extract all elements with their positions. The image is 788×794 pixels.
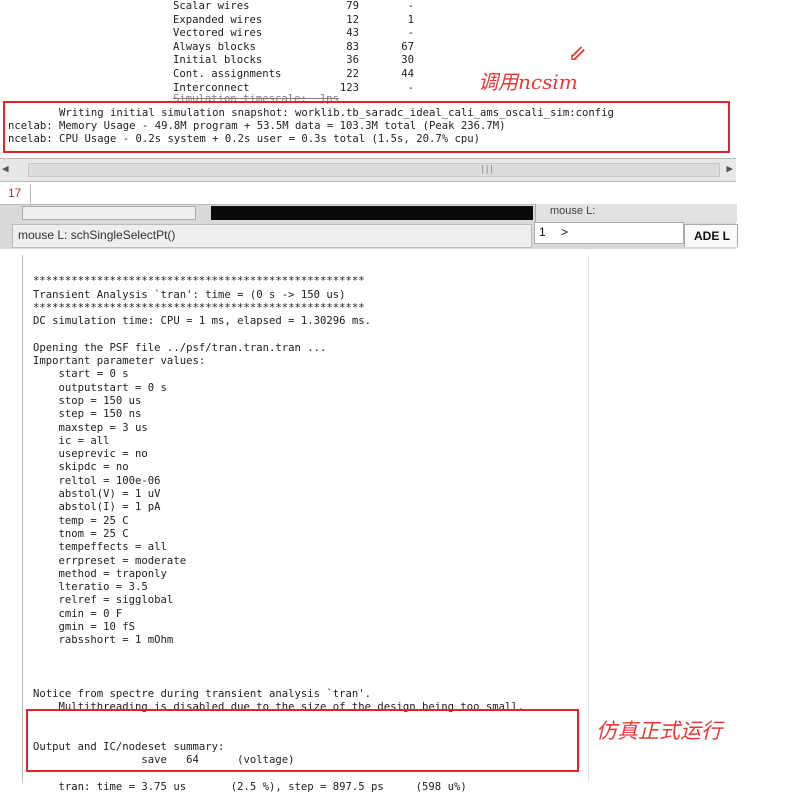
formal-run-annotation: 仿真正式运行 bbox=[596, 719, 722, 743]
log-line: ****************************************… bbox=[33, 301, 365, 314]
stat-row: Initial blocks 36 30 bbox=[173, 54, 414, 68]
stat-row: Cont. assignments 22 44 bbox=[173, 68, 414, 82]
command-prompt: > bbox=[561, 225, 569, 239]
command-number: 1 bbox=[539, 225, 546, 239]
stat-label: Scalar wires bbox=[173, 0, 250, 12]
line-number: 17 bbox=[8, 184, 31, 206]
log-line: maxstep = 3 us bbox=[33, 421, 148, 434]
log-line: method = traponly bbox=[33, 567, 167, 580]
stat-label: Initial blocks bbox=[173, 54, 263, 67]
stat-value: 12 bbox=[346, 13, 359, 26]
stat-value: 79 bbox=[346, 0, 359, 12]
scrollbar-thumb[interactable] bbox=[28, 163, 720, 177]
log-line: rabsshort = 1 mOhm bbox=[33, 634, 174, 647]
stat-row: Scalar wires 79 - bbox=[173, 0, 414, 14]
stat-row: Vectored wires 43 - bbox=[173, 27, 414, 41]
stat-label: Cont. assignments bbox=[173, 67, 282, 80]
log-line: useprevic = no bbox=[33, 448, 148, 461]
stat-delta: - bbox=[407, 81, 414, 94]
stat-delta: 44 bbox=[401, 67, 414, 80]
log-line: tran: time = 3.75 us (2.5 %), step = 897… bbox=[33, 780, 467, 793]
log-line: abstol(I) = 1 pA bbox=[33, 501, 161, 514]
log-line: tnom = 25 C bbox=[33, 527, 129, 540]
log-line: outputstart = 0 s bbox=[33, 381, 167, 394]
log-line: abstol(V) = 1 uV bbox=[33, 488, 161, 501]
ncelab-memory-line: ncelab: Memory Usage - 49.8M program + 5… bbox=[8, 120, 506, 132]
log-line: temp = 25 C bbox=[33, 514, 129, 527]
grip-icon: ||| bbox=[480, 165, 494, 175]
stat-label: Always blocks bbox=[173, 40, 256, 53]
log-line: ic = all bbox=[33, 434, 110, 447]
log-line: Opening the PSF file ../psf/tran.tran.tr… bbox=[33, 341, 327, 354]
stat-value: 83 bbox=[346, 40, 359, 53]
log-line: ****************************************… bbox=[33, 275, 365, 288]
elaboration-stats: Scalar wires 79- Expanded wires 12 1 Vectored… bbox=[173, 0, 414, 95]
stat-delta: 1 bbox=[407, 13, 414, 26]
stat-delta: - bbox=[407, 0, 414, 12]
snapshot-line: Writing initial simulation snapshot: wor… bbox=[8, 107, 614, 119]
stat-delta: 67 bbox=[401, 40, 414, 53]
scroll-right-icon[interactable]: ▶ bbox=[726, 162, 733, 175]
stat-delta: 30 bbox=[401, 54, 414, 67]
mini-scrollbar[interactable] bbox=[22, 206, 196, 220]
log-line: Important parameter values: bbox=[33, 355, 206, 368]
stat-label: Expanded wires bbox=[173, 13, 263, 26]
ncsim-annotation: 调用ncsim bbox=[478, 70, 578, 94]
mouse-binding-label: mouse L: bbox=[535, 204, 737, 222]
stat-row: Always blocks 83 67 bbox=[173, 41, 414, 55]
stat-value: 22 bbox=[346, 67, 359, 80]
stat-label: Vectored wires bbox=[173, 27, 263, 40]
log-line: tempeffects = all bbox=[33, 541, 167, 554]
scroll-left-icon[interactable]: ◀ bbox=[2, 162, 9, 175]
stat-value: 36 bbox=[346, 54, 359, 67]
log-line: stop = 150 us bbox=[33, 394, 142, 407]
log-line: reltol = 100e-06 bbox=[33, 474, 161, 487]
ncelab-cpu-line: ncelab: CPU Usage - 0.2s system + 0.2s u… bbox=[8, 133, 480, 145]
log-line: start = 0 s bbox=[33, 368, 129, 381]
horizontal-scrollbar[interactable]: ◀ ||| ▶ bbox=[0, 158, 736, 182]
log-line: Transient Analysis `tran': time = (0 s -… bbox=[33, 288, 346, 301]
log-line: cmin = 0 F bbox=[33, 607, 123, 620]
tab-ade-l[interactable]: ADE L bbox=[684, 224, 738, 247]
log-line: lteratio = 3.5 bbox=[33, 581, 148, 594]
command-input[interactable]: 1 > bbox=[534, 222, 684, 244]
progress-bar bbox=[211, 206, 533, 220]
log-line: gmin = 10 fS bbox=[33, 621, 136, 634]
log-line: DC simulation time: CPU = 1 ms, elapsed … bbox=[33, 315, 372, 328]
run-summary-highlight-box bbox=[26, 709, 579, 772]
log-line: step = 150 ns bbox=[33, 408, 142, 421]
log-line: skipdc = no bbox=[33, 461, 129, 474]
arrow-icon: ⇙ bbox=[568, 42, 587, 67]
stat-delta: - bbox=[407, 27, 414, 40]
stat-row: Expanded wires 12 1 bbox=[173, 14, 414, 28]
log-line: relref = sigglobal bbox=[33, 594, 174, 607]
mouse-status-text: mouse L: schSingleSelectPt() bbox=[12, 224, 532, 248]
stat-value: 43 bbox=[346, 27, 359, 40]
log-line: errpreset = moderate bbox=[33, 554, 187, 567]
log-line: Notice from spectre during transient ana… bbox=[33, 687, 372, 700]
